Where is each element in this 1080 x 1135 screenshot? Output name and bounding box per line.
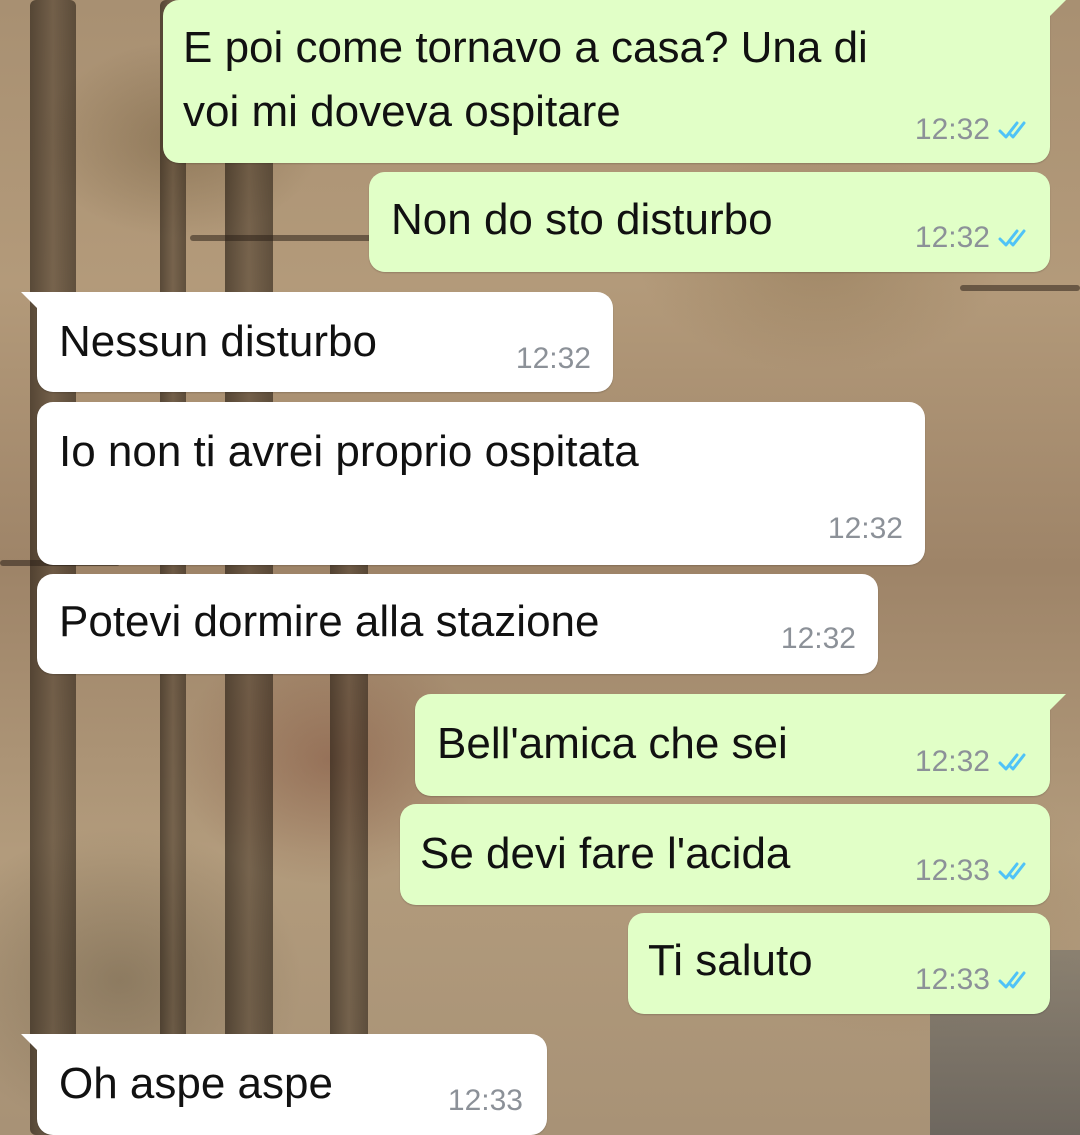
wallpaper-trunk bbox=[30, 0, 76, 1135]
message-meta: 12:32 bbox=[828, 512, 903, 546]
double-check-icon bbox=[998, 121, 1026, 139]
message-meta: 12:32 bbox=[915, 221, 1032, 255]
message-time: 12:33 bbox=[914, 963, 990, 996]
message-meta: 12:32 bbox=[915, 113, 1032, 147]
message-text: Se devi fare l'acida bbox=[420, 829, 791, 878]
double-check-icon bbox=[998, 753, 1026, 771]
message-time: 12:33 bbox=[914, 854, 990, 887]
message-text: Oh aspe aspe bbox=[59, 1059, 333, 1108]
message-bubble-outgoing[interactable]: Ti saluto 12:33 bbox=[628, 913, 1050, 1014]
message-bubble-incoming[interactable]: Potevi dormire alla stazione 12:32 bbox=[37, 574, 878, 674]
wallpaper-branch bbox=[190, 235, 390, 241]
message-text: Bell'amica che sei bbox=[437, 719, 788, 768]
message-meta: 12:32 bbox=[516, 342, 591, 376]
message-text: Non do sto disturbo bbox=[391, 195, 773, 244]
message-text: Ti saluto bbox=[648, 936, 813, 985]
message-bubble-outgoing[interactable]: Se devi fare l'acida 12:33 bbox=[400, 804, 1050, 905]
wallpaper-trunk bbox=[160, 0, 186, 1135]
message-time: 12:32 bbox=[780, 622, 856, 655]
message-text: Io non ti avrei proprio ospitata bbox=[59, 427, 639, 476]
message-bubble-outgoing[interactable]: Bell'amica che sei 12:32 bbox=[415, 694, 1066, 796]
message-time: 12:32 bbox=[914, 221, 990, 254]
message-meta: 12:33 bbox=[448, 1084, 523, 1118]
wallpaper-branch bbox=[960, 285, 1080, 291]
message-bubble-outgoing[interactable]: E poi come tornavo a casa? Una di voi mi… bbox=[163, 0, 1066, 163]
message-meta: 12:32 bbox=[781, 622, 856, 656]
message-time: 12:32 bbox=[515, 342, 591, 375]
message-meta: 12:33 bbox=[915, 854, 1032, 888]
message-text: Nessun disturbo bbox=[59, 317, 377, 366]
message-time: 12:32 bbox=[914, 113, 990, 146]
double-check-icon bbox=[998, 862, 1026, 880]
message-meta: 12:32 bbox=[915, 745, 1032, 779]
message-meta: 12:33 bbox=[915, 963, 1032, 997]
message-bubble-outgoing[interactable]: Non do sto disturbo 12:32 bbox=[369, 172, 1050, 272]
double-check-icon bbox=[998, 971, 1026, 989]
message-text: E poi come tornavo a casa? Una di bbox=[183, 23, 868, 72]
message-time: 12:33 bbox=[447, 1084, 523, 1117]
message-time: 12:32 bbox=[914, 745, 990, 778]
message-text: voi mi doveva ospitare bbox=[183, 87, 621, 136]
message-bubble-incoming[interactable]: Io non ti avrei proprio ospitata 12:32 bbox=[37, 402, 925, 565]
message-text: Potevi dormire alla stazione bbox=[59, 597, 600, 646]
message-bubble-incoming[interactable]: Nessun disturbo 12:32 bbox=[21, 292, 613, 392]
message-bubble-incoming[interactable]: Oh aspe aspe 12:33 bbox=[21, 1034, 547, 1135]
chat-background: E poi come tornavo a casa? Una di voi mi… bbox=[0, 0, 1080, 1135]
message-time: 12:32 bbox=[827, 512, 903, 545]
double-check-icon bbox=[998, 229, 1026, 247]
